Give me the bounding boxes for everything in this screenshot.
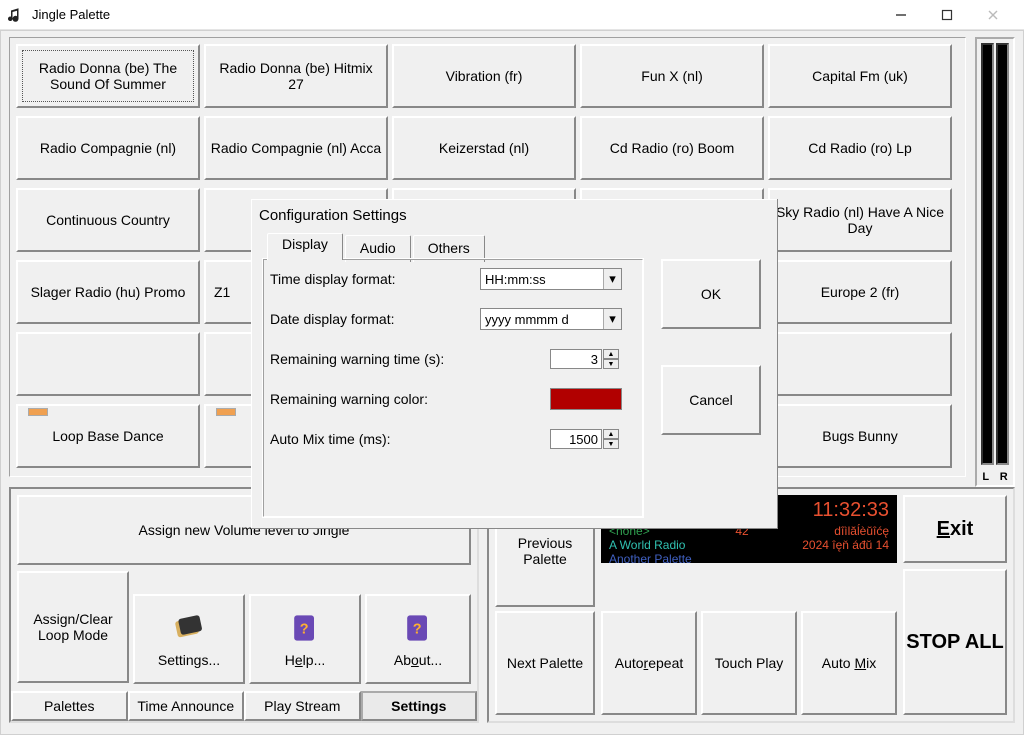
help-icon: ? — [287, 610, 323, 646]
maximize-button[interactable] — [924, 0, 970, 30]
vu-bar-right — [996, 43, 1009, 465]
warning-color-swatch[interactable] — [550, 388, 622, 410]
automix-time-input[interactable] — [550, 429, 602, 449]
jingle-button[interactable]: Keizerstad (nl) — [392, 116, 576, 180]
touch-play-button[interactable]: Touch Play — [701, 611, 797, 715]
chevron-down-icon[interactable]: ▾ — [603, 269, 621, 289]
vu-label-r: R — [1000, 471, 1008, 483]
time-format-select[interactable]: HH:mm:ss ▾ — [480, 268, 622, 290]
time-format-value: HH:mm:ss — [481, 272, 603, 287]
dialog-tab-audio[interactable]: Audio — [345, 235, 411, 262]
jingle-button[interactable]: Capital Fm (uk) — [768, 44, 952, 108]
autorepeat-button[interactable]: Autorepeat — [601, 611, 697, 715]
jingle-button[interactable]: Continuous Country — [16, 188, 200, 252]
jingle-button[interactable]: Slager Radio (hu) Promo — [16, 260, 200, 324]
svg-text:?: ? — [413, 621, 422, 637]
minimize-button[interactable] — [878, 0, 924, 30]
about-icon: ? — [400, 610, 436, 646]
date-format-label: Date display format: — [270, 311, 480, 327]
close-button[interactable] — [970, 0, 1016, 30]
jingle-button[interactable] — [768, 332, 952, 396]
app-icon — [8, 6, 26, 24]
dialog-tab-display[interactable]: Display — [267, 233, 343, 260]
vu-bar-left — [981, 43, 994, 465]
tab-play-stream[interactable]: Play Stream — [244, 691, 361, 721]
app-frame: Radio Donna (be) The Sound Of Summer Rad… — [0, 30, 1024, 735]
jingle-button[interactable]: Cd Radio (ro) Lp — [768, 116, 952, 180]
lcd-palette-next: Another Palette — [609, 552, 889, 566]
about-label: About... — [394, 652, 442, 668]
jingle-button[interactable]: Bugs Bunny — [768, 404, 952, 468]
warning-time-label: Remaining warning time (s): — [270, 351, 480, 367]
spin-down-icon[interactable]: ▼ — [603, 359, 619, 369]
jingle-button[interactable]: Cd Radio (ro) Boom — [580, 116, 764, 180]
dialog-title: Configuration Settings — [259, 207, 407, 224]
lcd-word: dîìlăĺèŭîćę — [834, 524, 889, 538]
jingle-button[interactable]: Radio Donna (be) Hitmix 27 — [204, 44, 388, 108]
tab-time-announce[interactable]: Time Announce — [128, 691, 245, 721]
next-palette-button[interactable]: Next Palette — [495, 611, 595, 715]
jingle-button[interactable]: Radio Compagnie (nl) — [16, 116, 200, 180]
tab-settings[interactable]: Settings — [361, 691, 478, 721]
window-title: Jingle Palette — [32, 7, 878, 22]
time-format-label: Time display format: — [270, 271, 480, 287]
warning-time-input[interactable] — [550, 349, 602, 369]
jingle-button[interactable]: Europe 2 (fr) — [768, 260, 952, 324]
vu-label-l: L — [982, 471, 989, 483]
jingle-button[interactable]: Sky Radio (nl) Have A Nice Day — [768, 188, 952, 252]
dialog-tab-others[interactable]: Others — [413, 235, 485, 262]
dialog-tabs: Display Audio Others — [267, 233, 487, 260]
settings-icon — [171, 610, 207, 646]
stop-all-button[interactable]: STOP ALL — [903, 569, 1007, 715]
jingle-button[interactable]: Radio Donna (be) The Sound Of Summer — [16, 44, 200, 108]
help-label: Help... — [285, 652, 326, 668]
chevron-down-icon[interactable]: ▾ — [603, 309, 621, 329]
jingle-button[interactable] — [16, 332, 200, 396]
date-format-select[interactable]: yyyy mmmm d ▾ — [480, 308, 622, 330]
warning-color-label: Remaining warning color: — [270, 391, 480, 407]
cancel-button[interactable]: Cancel — [661, 365, 761, 435]
left-tabs: Palettes Time Announce Play Stream Setti… — [11, 691, 477, 721]
settings-button[interactable]: Settings... — [133, 594, 245, 684]
dialog-display-panel: Time display format: HH:mm:ss ▾ Date dis… — [263, 259, 643, 517]
lcd-palette-current: A World Radio — [609, 538, 685, 552]
jingle-button[interactable]: Vibration (fr) — [392, 44, 576, 108]
help-button[interactable]: ? Help... — [249, 594, 361, 684]
vu-meter: L R — [975, 37, 1015, 487]
loop-mode-button[interactable]: Assign/Clear Loop Mode — [17, 571, 129, 683]
lcd-date: 2024 îęň áđŭ 14 — [802, 538, 889, 552]
exit-button[interactable]: Exit — [903, 495, 1007, 563]
spin-up-icon[interactable]: ▲ — [603, 349, 619, 359]
config-dialog: Configuration Settings Display Audio Oth… — [251, 199, 778, 529]
jingle-button[interactable]: Radio Compagnie (nl) Acca — [204, 116, 388, 180]
loop-indicator-icon — [216, 408, 236, 416]
titlebar: Jingle Palette — [0, 0, 1024, 30]
ok-button[interactable]: OK — [661, 259, 761, 329]
loop-mode-label: Assign/Clear Loop Mode — [25, 611, 121, 643]
jingle-button[interactable]: Fun X (nl) — [580, 44, 764, 108]
spin-down-icon[interactable]: ▼ — [603, 439, 619, 449]
loop-indicator-icon — [28, 408, 48, 416]
about-button[interactable]: ? About... — [365, 594, 471, 684]
spin-up-icon[interactable]: ▲ — [603, 429, 619, 439]
tab-palettes[interactable]: Palettes — [11, 691, 128, 721]
svg-text:?: ? — [300, 621, 309, 637]
auto-mix-button[interactable]: Auto Mix — [801, 611, 897, 715]
settings-label: Settings... — [158, 652, 220, 668]
date-format-value: yyyy mmmm d — [481, 312, 603, 327]
lcd-time: 11:32:33 — [813, 499, 889, 524]
window-controls — [878, 0, 1016, 30]
automix-time-label: Auto Mix time (ms): — [270, 431, 480, 447]
